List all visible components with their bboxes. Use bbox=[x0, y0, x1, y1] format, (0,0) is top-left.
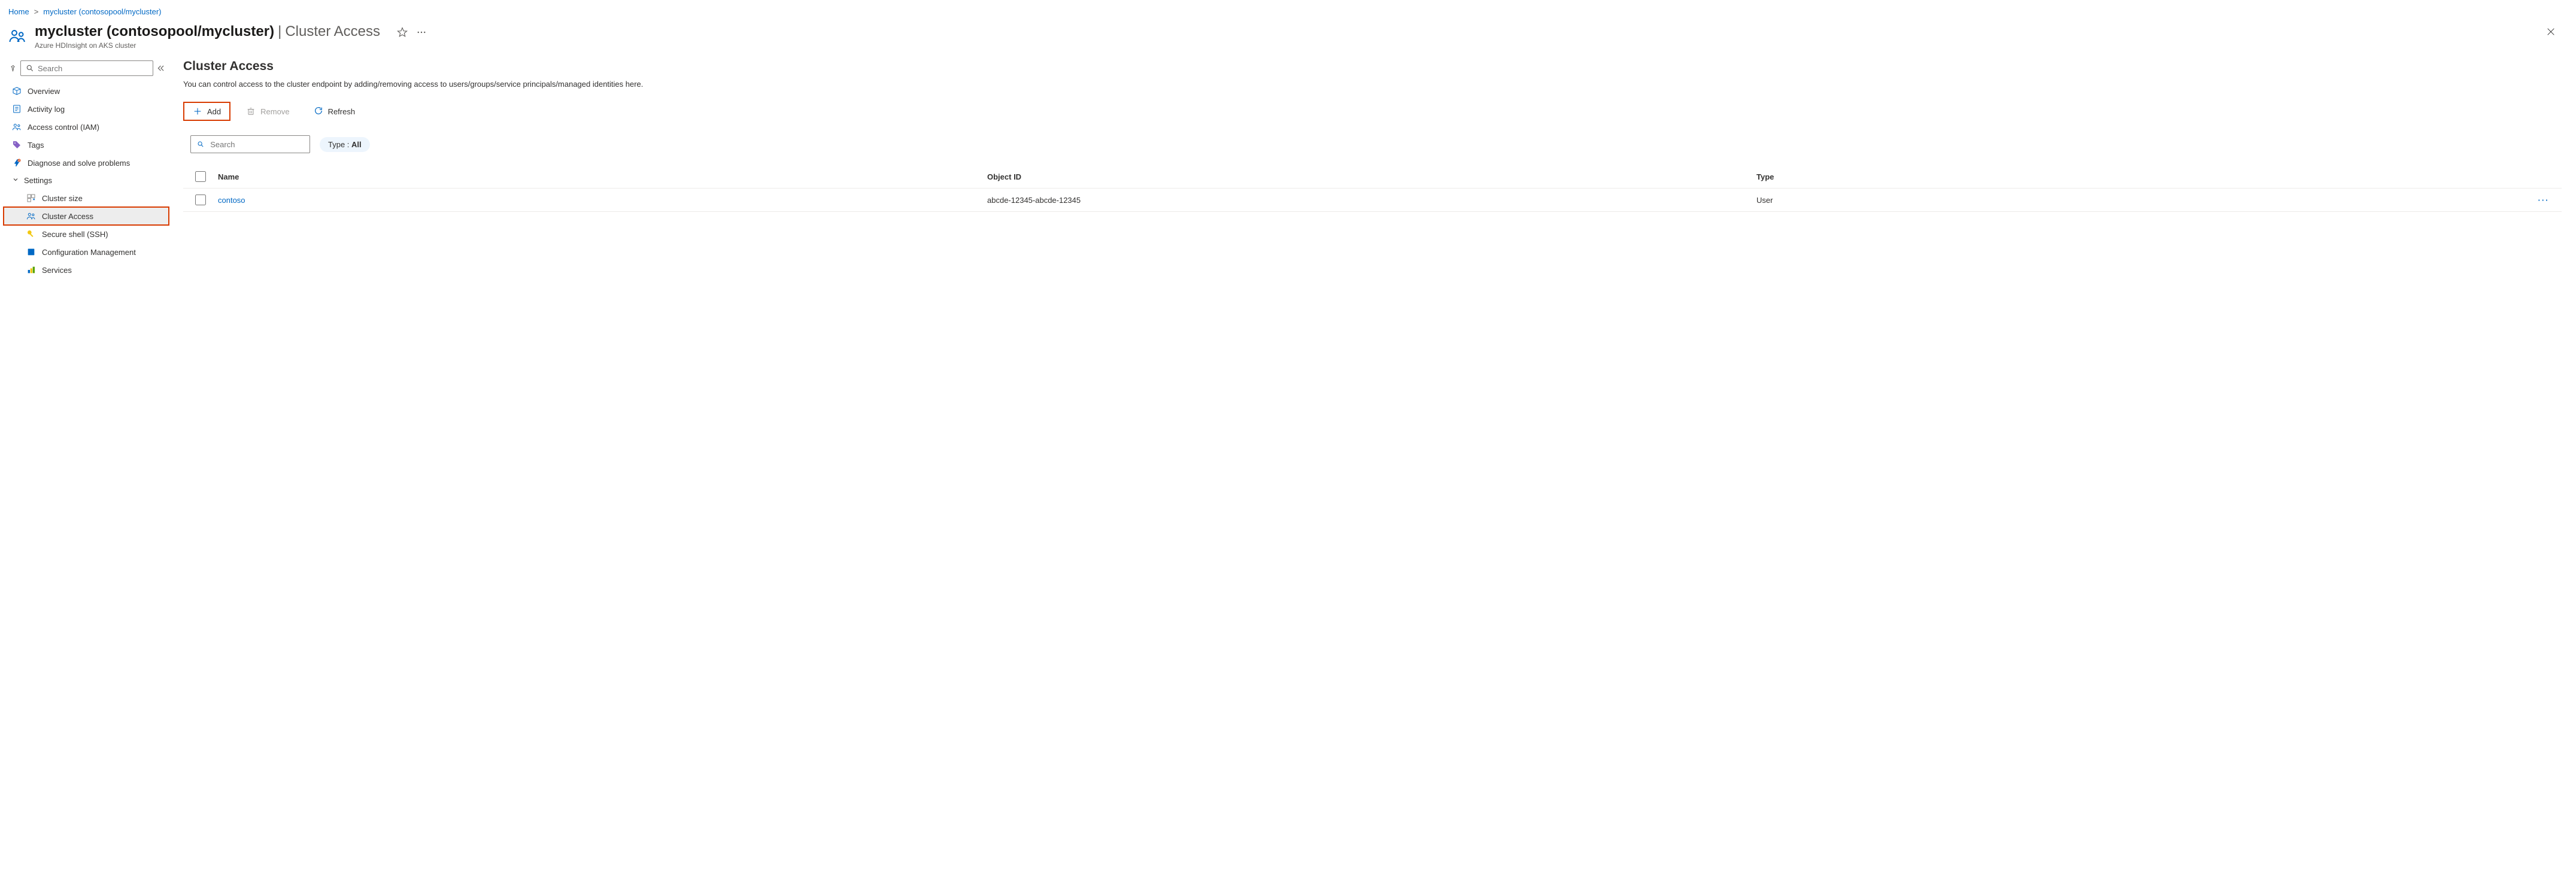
sidebar-item-label: Configuration Management bbox=[42, 248, 136, 257]
filter-row: Type : All bbox=[183, 135, 2562, 153]
table-header-row: Name Object ID Type bbox=[183, 165, 2562, 189]
close-icon[interactable] bbox=[2546, 23, 2568, 38]
row-name-link[interactable]: contoso bbox=[218, 196, 245, 205]
col-header-type[interactable]: Type bbox=[1756, 172, 2526, 181]
sidebar-item-label: Tags bbox=[28, 141, 44, 150]
cluster-access-nav-icon bbox=[26, 211, 36, 221]
sidebar-item-label: Cluster Access bbox=[42, 212, 93, 221]
row-checkbox[interactable] bbox=[195, 195, 206, 205]
cluster-size-icon bbox=[26, 193, 36, 203]
sidebar-item-cluster-size[interactable]: Cluster size bbox=[4, 189, 169, 207]
search-icon bbox=[26, 64, 34, 72]
row-type: User bbox=[1756, 196, 2526, 205]
sidebar-section-settings[interactable]: Settings bbox=[4, 172, 169, 189]
resource-title: mycluster (contosopool/mycluster) bbox=[35, 23, 274, 40]
overview-icon bbox=[12, 86, 22, 96]
col-header-object-id[interactable]: Object ID bbox=[987, 172, 1756, 181]
sidebar-item-label: Services bbox=[42, 266, 72, 275]
sidebar-item-label: Activity log bbox=[28, 105, 65, 114]
favorite-star-icon[interactable] bbox=[397, 27, 408, 38]
content-description: You can control access to the cluster en… bbox=[183, 80, 2562, 89]
sidebar-search-input[interactable] bbox=[38, 64, 148, 73]
type-filter-label: Type : bbox=[328, 140, 351, 149]
breadcrumb-separator: > bbox=[34, 7, 39, 16]
sidebar-item-label: Secure shell (SSH) bbox=[42, 230, 108, 239]
resource-header: mycluster (contosopool/mycluster) | Clus… bbox=[0, 19, 2576, 59]
toolbar: Add Remove Refresh bbox=[183, 102, 2562, 121]
sidebar-item-cluster-access[interactable]: Cluster Access bbox=[4, 207, 169, 225]
type-filter-pill[interactable]: Type : All bbox=[320, 137, 370, 152]
col-header-name[interactable]: Name bbox=[218, 172, 987, 181]
sidebar: Overview Activity log Access control (IA… bbox=[0, 59, 169, 279]
resource-subtitle: Azure HDInsight on AKS cluster bbox=[35, 41, 380, 50]
sidebar-item-diagnose[interactable]: Diagnose and solve problems bbox=[4, 154, 169, 172]
more-actions-icon[interactable] bbox=[416, 27, 427, 38]
table-row: contoso abcde-12345-abcde-12345 User ··· bbox=[183, 189, 2562, 212]
refresh-button[interactable]: Refresh bbox=[305, 102, 364, 121]
breadcrumb-home[interactable]: Home bbox=[8, 7, 29, 16]
sidebar-item-label: Diagnose and solve problems bbox=[28, 159, 130, 168]
services-icon bbox=[26, 265, 36, 275]
diagnose-icon bbox=[12, 158, 22, 168]
plus-icon bbox=[193, 107, 202, 116]
row-more-actions-icon[interactable]: ··· bbox=[2526, 196, 2562, 205]
sidebar-section-label: Settings bbox=[24, 176, 52, 185]
config-mgmt-icon bbox=[26, 247, 36, 257]
breadcrumb-current[interactable]: mycluster (contosopool/mycluster) bbox=[43, 7, 161, 16]
remove-button-label: Remove bbox=[260, 107, 289, 116]
tab-name: Cluster Access bbox=[285, 23, 380, 40]
collapse-sidebar-icon[interactable] bbox=[157, 64, 165, 72]
type-filter-value: All bbox=[351, 140, 362, 149]
add-button-label: Add bbox=[207, 107, 221, 116]
refresh-button-label: Refresh bbox=[328, 107, 356, 116]
sidebar-item-label: Access control (IAM) bbox=[28, 123, 99, 132]
remove-button: Remove bbox=[238, 103, 298, 120]
add-button[interactable]: Add bbox=[183, 102, 230, 121]
search-icon bbox=[197, 140, 204, 148]
row-object-id: abcde-12345-abcde-12345 bbox=[987, 196, 1756, 205]
sidebar-item-services[interactable]: Services bbox=[4, 261, 169, 279]
sidebar-item-secure-shell[interactable]: Secure shell (SSH) bbox=[4, 225, 169, 243]
breadcrumb: Home > mycluster (contosopool/mycluster) bbox=[0, 0, 2576, 19]
sidebar-item-label: Cluster size bbox=[42, 194, 83, 203]
table-search-input[interactable] bbox=[210, 140, 304, 149]
table-search[interactable] bbox=[190, 135, 310, 153]
cluster-access-icon bbox=[8, 23, 26, 47]
ssh-key-icon bbox=[26, 229, 36, 239]
activity-log-icon bbox=[12, 104, 22, 114]
access-control-icon bbox=[12, 122, 22, 132]
page-title: mycluster (contosopool/mycluster) | Clus… bbox=[35, 23, 380, 40]
sidebar-item-tags[interactable]: Tags bbox=[4, 136, 169, 154]
content-heading: Cluster Access bbox=[183, 59, 2562, 74]
select-all-checkbox[interactable] bbox=[195, 171, 206, 182]
title-separator: | bbox=[277, 23, 283, 40]
pin-icon[interactable] bbox=[10, 65, 17, 72]
refresh-icon bbox=[314, 106, 323, 117]
main-content: Cluster Access You can control access to… bbox=[169, 59, 2576, 279]
sidebar-item-overview[interactable]: Overview bbox=[4, 82, 169, 100]
sidebar-item-label: Overview bbox=[28, 87, 60, 96]
sidebar-item-config-mgmt[interactable]: Configuration Management bbox=[4, 243, 169, 261]
sidebar-item-access-control[interactable]: Access control (IAM) bbox=[4, 118, 169, 136]
sidebar-search[interactable] bbox=[20, 60, 153, 76]
chevron-down-icon bbox=[12, 176, 19, 185]
sidebar-item-activity-log[interactable]: Activity log bbox=[4, 100, 169, 118]
access-table: Name Object ID Type contoso abcde-12345-… bbox=[183, 165, 2562, 212]
tags-icon bbox=[12, 140, 22, 150]
trash-icon bbox=[246, 107, 256, 116]
